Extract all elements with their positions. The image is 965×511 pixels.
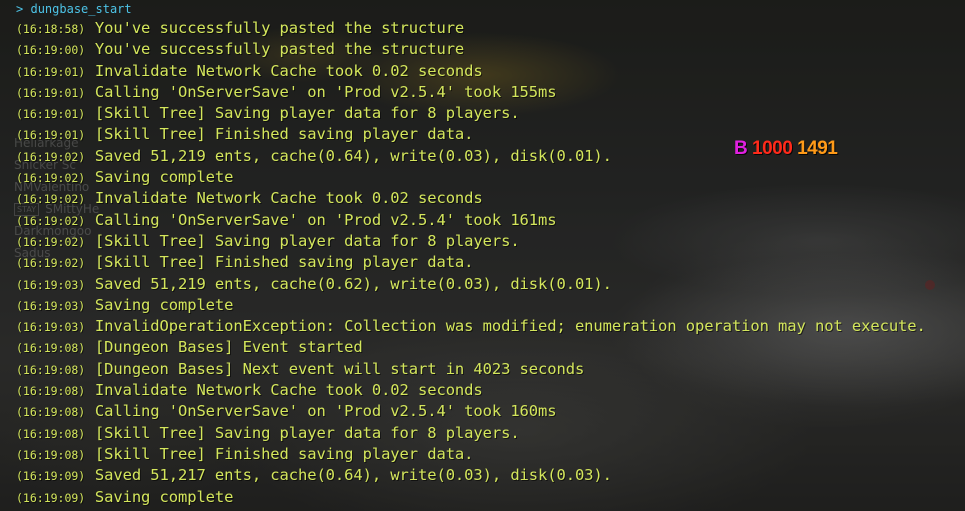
log-message: [Skill Tree] Saving player data for 8 pl…	[94, 104, 520, 123]
log-timestamp: (16:19:08)	[16, 384, 86, 399]
console-log-line: (16:19:09) Saving complete	[16, 486, 926, 507]
console-log-line: (16:19:02) Calling 'OnServerSave' on 'Pr…	[16, 209, 926, 230]
log-timestamp: (16:19:03)	[16, 298, 86, 313]
console-log-line: (16:19:03) Saving complete	[16, 294, 926, 315]
log-message: [Dungeon Bases] Next event will start in…	[94, 359, 585, 378]
log-message: [Dungeon Bases] Event started	[94, 338, 363, 357]
log-timestamp: (16:19:03)	[16, 277, 86, 292]
log-timestamp: (16:19:01)	[16, 107, 86, 122]
console-log-line: (16:19:02) Invalidate Network Cache took…	[16, 187, 926, 208]
console-log-line: (16:19:02) Saving complete	[16, 166, 926, 187]
hud-label: B	[734, 138, 748, 159]
log-timestamp: (16:19:02)	[16, 192, 86, 207]
console-log-line: (16:19:08) [Skill Tree] Saving player da…	[16, 422, 926, 443]
log-message: Saving complete	[94, 487, 234, 506]
console-log-line: (16:19:08) [Dungeon Bases] Event started	[16, 336, 926, 357]
console-log-line: (16:19:08) Calling 'OnServerSave' on 'Pr…	[16, 400, 926, 421]
log-timestamp: (16:19:01)	[16, 64, 86, 79]
log-timestamp: (16:18:58)	[16, 22, 86, 36]
log-timestamp: (16:19:02)	[16, 256, 86, 271]
console-log-line: (16:19:01) Invalidate Network Cache took…	[16, 60, 926, 81]
log-message: Saved 51,217 ents, cache(0.64), write(0.…	[94, 466, 612, 485]
log-message: Invalidate Network Cache took 0.02 secon…	[94, 61, 483, 80]
log-timestamp: (16:19:08)	[16, 405, 86, 420]
log-timestamp: (16:19:00)	[16, 43, 86, 58]
log-message: Invalidate Network Cache took 0.02 secon…	[94, 189, 483, 208]
log-message: Saved 51,219 ents, cache(0.62), write(0.…	[94, 274, 612, 293]
log-message: InvalidOperationException: Collection wa…	[94, 317, 926, 336]
console-log-line: (16:19:08) [Skill Tree] Finished saving …	[16, 443, 926, 464]
log-timestamp: (16:19:08)	[16, 341, 86, 356]
console-log[interactable]: (16:18:58) You've successfully pasted th…	[16, 17, 926, 507]
console-log-line: (16:19:08) [Dungeon Bases] Next event wi…	[16, 358, 926, 379]
console-overlay[interactable]: > dungbase_start (16:18:58) You've succe…	[0, 0, 965, 511]
log-message: Calling 'OnServerSave' on 'Prod v2.5.4' …	[94, 210, 557, 229]
console-prompt[interactable]: > dungbase_start	[16, 0, 132, 18]
log-message: Calling 'OnServerSave' on 'Prod v2.5.4' …	[94, 402, 557, 421]
log-message: Calling 'OnServerSave' on 'Prod v2.5.4' …	[94, 82, 557, 101]
console-log-line: (16:19:08) Invalidate Network Cache took…	[16, 379, 926, 400]
log-timestamp: (16:19:03)	[16, 320, 86, 335]
console-log-line: (16:19:09) Saved 51,217 ents, cache(0.64…	[16, 464, 926, 485]
log-timestamp: (16:19:01)	[16, 85, 86, 100]
log-message: Saving complete	[94, 295, 234, 314]
prompt-command: dungbase_start	[30, 2, 132, 16]
log-message: [Skill Tree] Saving player data for 8 pl…	[94, 231, 520, 250]
log-message: [Skill Tree] Finished saving player data…	[94, 125, 474, 144]
console-log-line: (16:18:58) You've successfully pasted th…	[16, 17, 926, 38]
log-message: Saved 51,219 ents, cache(0.64), write(0.…	[94, 146, 612, 165]
log-message: [Skill Tree] Finished saving player data…	[94, 444, 474, 463]
log-timestamp: (16:19:09)	[16, 469, 86, 484]
log-message: Invalidate Network Cache took 0.02 secon…	[94, 381, 483, 400]
log-timestamp: (16:19:02)	[16, 213, 86, 228]
hud-value-secondary: 1491	[797, 138, 838, 159]
log-message: You've successfully pasted the structure	[94, 40, 465, 59]
resource-counter: B 1000 1491	[734, 137, 838, 161]
log-message: You've successfully pasted the structure	[94, 19, 465, 37]
hud-value-primary: 1000	[752, 138, 793, 159]
log-timestamp: (16:19:08)	[16, 362, 86, 377]
console-log-line: (16:19:02) [Skill Tree] Finished saving …	[16, 251, 926, 272]
log-message: [Skill Tree] Saving player data for 8 pl…	[94, 423, 520, 442]
console-log-line: (16:19:02) [Skill Tree] Saving player da…	[16, 230, 926, 251]
log-timestamp: (16:19:02)	[16, 149, 86, 164]
log-message: [Skill Tree] Finished saving player data…	[94, 253, 474, 272]
console-log-line: (16:19:03) Saved 51,219 ents, cache(0.62…	[16, 273, 926, 294]
log-timestamp: (16:19:08)	[16, 426, 86, 441]
prompt-symbol: >	[16, 2, 24, 16]
log-timestamp: (16:19:01)	[16, 128, 86, 143]
log-timestamp: (16:19:09)	[16, 490, 86, 505]
log-timestamp: (16:19:08)	[16, 447, 86, 462]
console-log-line: (16:19:03) InvalidOperationException: Co…	[16, 315, 926, 336]
console-log-line: (16:19:01) Calling 'OnServerSave' on 'Pr…	[16, 81, 926, 102]
console-log-line: (16:19:00) You've successfully pasted th…	[16, 38, 926, 59]
console-log-line: (16:19:01) [Skill Tree] Saving player da…	[16, 102, 926, 123]
log-timestamp: (16:19:02)	[16, 171, 86, 186]
log-message: Saving complete	[94, 168, 234, 187]
log-timestamp: (16:19:02)	[16, 234, 86, 249]
